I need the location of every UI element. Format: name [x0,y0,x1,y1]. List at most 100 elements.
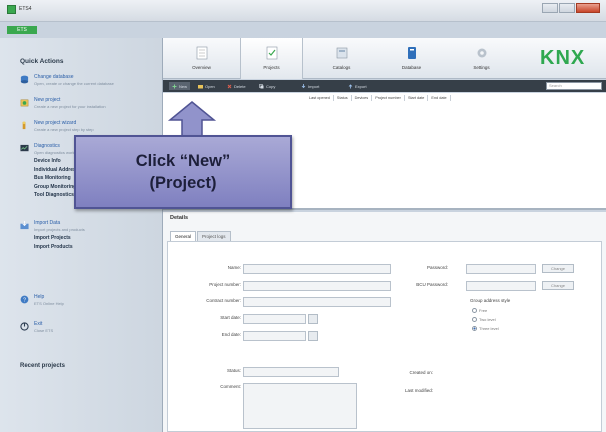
start-date-label: Start date: [220,315,241,320]
column-header[interactable]: Last opened [306,95,334,101]
sidebar-item-label: Help [34,294,45,300]
sidebar-item-sub: ETS Online Help [34,301,64,306]
knx-logo: KNX [540,47,586,69]
copy-project-button[interactable]: Copy [259,82,275,90]
export-project-button[interactable]: Export [348,82,367,90]
delete-icon [227,84,232,88]
catalogs-icon [336,47,347,59]
sidebar-item-sub: Create a new project step by step [34,127,94,132]
plus-icon [172,84,177,88]
sidebar-item-sub: Create a new project for your installati… [34,104,106,109]
contract-number-field[interactable] [243,297,391,307]
sidebar-item-label: New project wizard [34,120,77,126]
sidebar-item-label: New project [34,97,61,103]
column-header[interactable]: End date [428,95,451,101]
export-label: Export [355,83,367,89]
bcu-password-label: BCU Password: [416,282,448,287]
search-input[interactable]: Search [546,82,602,90]
password-field[interactable] [466,264,536,274]
change-bcu-password-button[interactable]: Change [542,281,574,290]
tab-overview[interactable]: Overview [170,38,233,79]
sidebar-item-label: Change database [34,74,74,80]
window-controls [542,3,600,13]
sidebar-item-import-data[interactable]: Import Data Import projects and products… [20,220,85,251]
copy-icon [259,83,264,88]
bcu-password-field[interactable] [466,281,536,291]
radio-two-level[interactable]: Two level [472,317,496,322]
sidebar-item-new-project[interactable]: New project Create a new project for you… [20,97,106,109]
ets-tab[interactable]: ETS [7,26,37,34]
delete-project-button[interactable]: Delete [227,82,246,90]
contract-number-label: Contract number: [206,298,241,303]
tab-project-logs[interactable]: Project logs [197,231,231,241]
details-form: Name: Project number: Contract number: S… [167,241,602,432]
sidebar-item-change-database[interactable]: Change database Open, create or change t… [20,74,114,86]
details-title: Details [170,215,189,221]
group-address-style-label: Group address style [470,298,511,303]
close-button[interactable] [576,3,600,13]
sidebar-item-sub: Import projects and products [34,227,85,232]
sidebar-item-label: Exit [34,321,43,327]
sidebar-item-new-project-wizard[interactable]: New project wizard Create a new project … [20,120,94,132]
details-tabs: General Project logs [170,231,231,241]
radio-label: Two level [479,317,496,322]
status-select[interactable] [243,367,339,377]
project-number-label: Project number: [209,282,241,287]
sidebar-link-import-products[interactable]: Import Products [34,244,85,252]
export-icon [348,83,353,88]
sidebar-item-help[interactable]: ? Help ETS Online Help [20,294,64,306]
tab-database[interactable]: Database [380,38,443,79]
title-bar: ETS4 [0,0,606,22]
tab-label: Database [401,65,422,70]
calendar-icon[interactable] [308,314,318,324]
projects-icon [266,46,277,60]
column-header[interactable]: Start date [405,95,429,101]
radio-free[interactable]: Free [472,308,487,313]
start-date-field[interactable] [243,314,306,324]
column-header[interactable]: Project number [372,95,405,101]
status-label: Status: [226,368,241,373]
calendar-icon[interactable] [308,331,318,341]
radio-button[interactable] [472,326,477,331]
tab-projects[interactable]: Projects [240,38,303,79]
radio-label: Three level [479,326,499,331]
database-icon [20,75,29,84]
radio-button[interactable] [472,317,477,322]
tab-general[interactable]: General [170,231,197,241]
maximize-button[interactable] [559,3,575,13]
comment-field[interactable] [243,383,357,429]
column-header[interactable]: Devices [352,95,373,101]
app-icon [7,5,16,14]
minimize-button[interactable] [542,3,558,13]
radio-button[interactable] [472,308,477,313]
callout-line-2: (Project) [149,174,217,192]
tab-settings[interactable]: Settings [450,38,513,79]
sidebar-item-sub: Open, create or change the current datab… [34,81,114,86]
new-project-button[interactable]: New [169,82,191,90]
change-password-button[interactable]: Change [542,264,574,273]
end-date-field[interactable] [243,331,306,341]
window-title: ETS4 [19,6,32,12]
details-panel: Details General Project logs Name: Proje… [163,212,606,432]
copy-label: Copy [266,83,276,89]
help-icon: ? [20,295,29,304]
diagnostics-icon [20,144,29,152]
overview-icon [196,46,207,60]
radio-three-level[interactable]: Three level [472,326,499,331]
open-project-button[interactable]: Open [198,82,215,90]
tab-catalogs[interactable]: Catalogs [310,38,373,79]
created-on-label: Created on: [409,370,433,375]
sidebar-item-sub: Close ETS [34,328,54,333]
end-date-label: End date: [221,332,241,337]
svg-text:?: ? [23,298,26,304]
recent-projects-title: Recent projects [20,363,66,369]
import-project-button[interactable]: Import [301,82,319,90]
column-header[interactable]: Status [334,95,352,101]
folder-icon [198,84,203,88]
tab-label: Overview [192,65,211,70]
sidebar-item-exit[interactable]: Exit Close ETS [20,321,53,333]
import-icon [301,83,306,88]
new-label: New [179,83,188,89]
sidebar-link-import-projects[interactable]: Import Projects [34,235,85,243]
quick-actions-title: Quick Actions [20,58,64,65]
